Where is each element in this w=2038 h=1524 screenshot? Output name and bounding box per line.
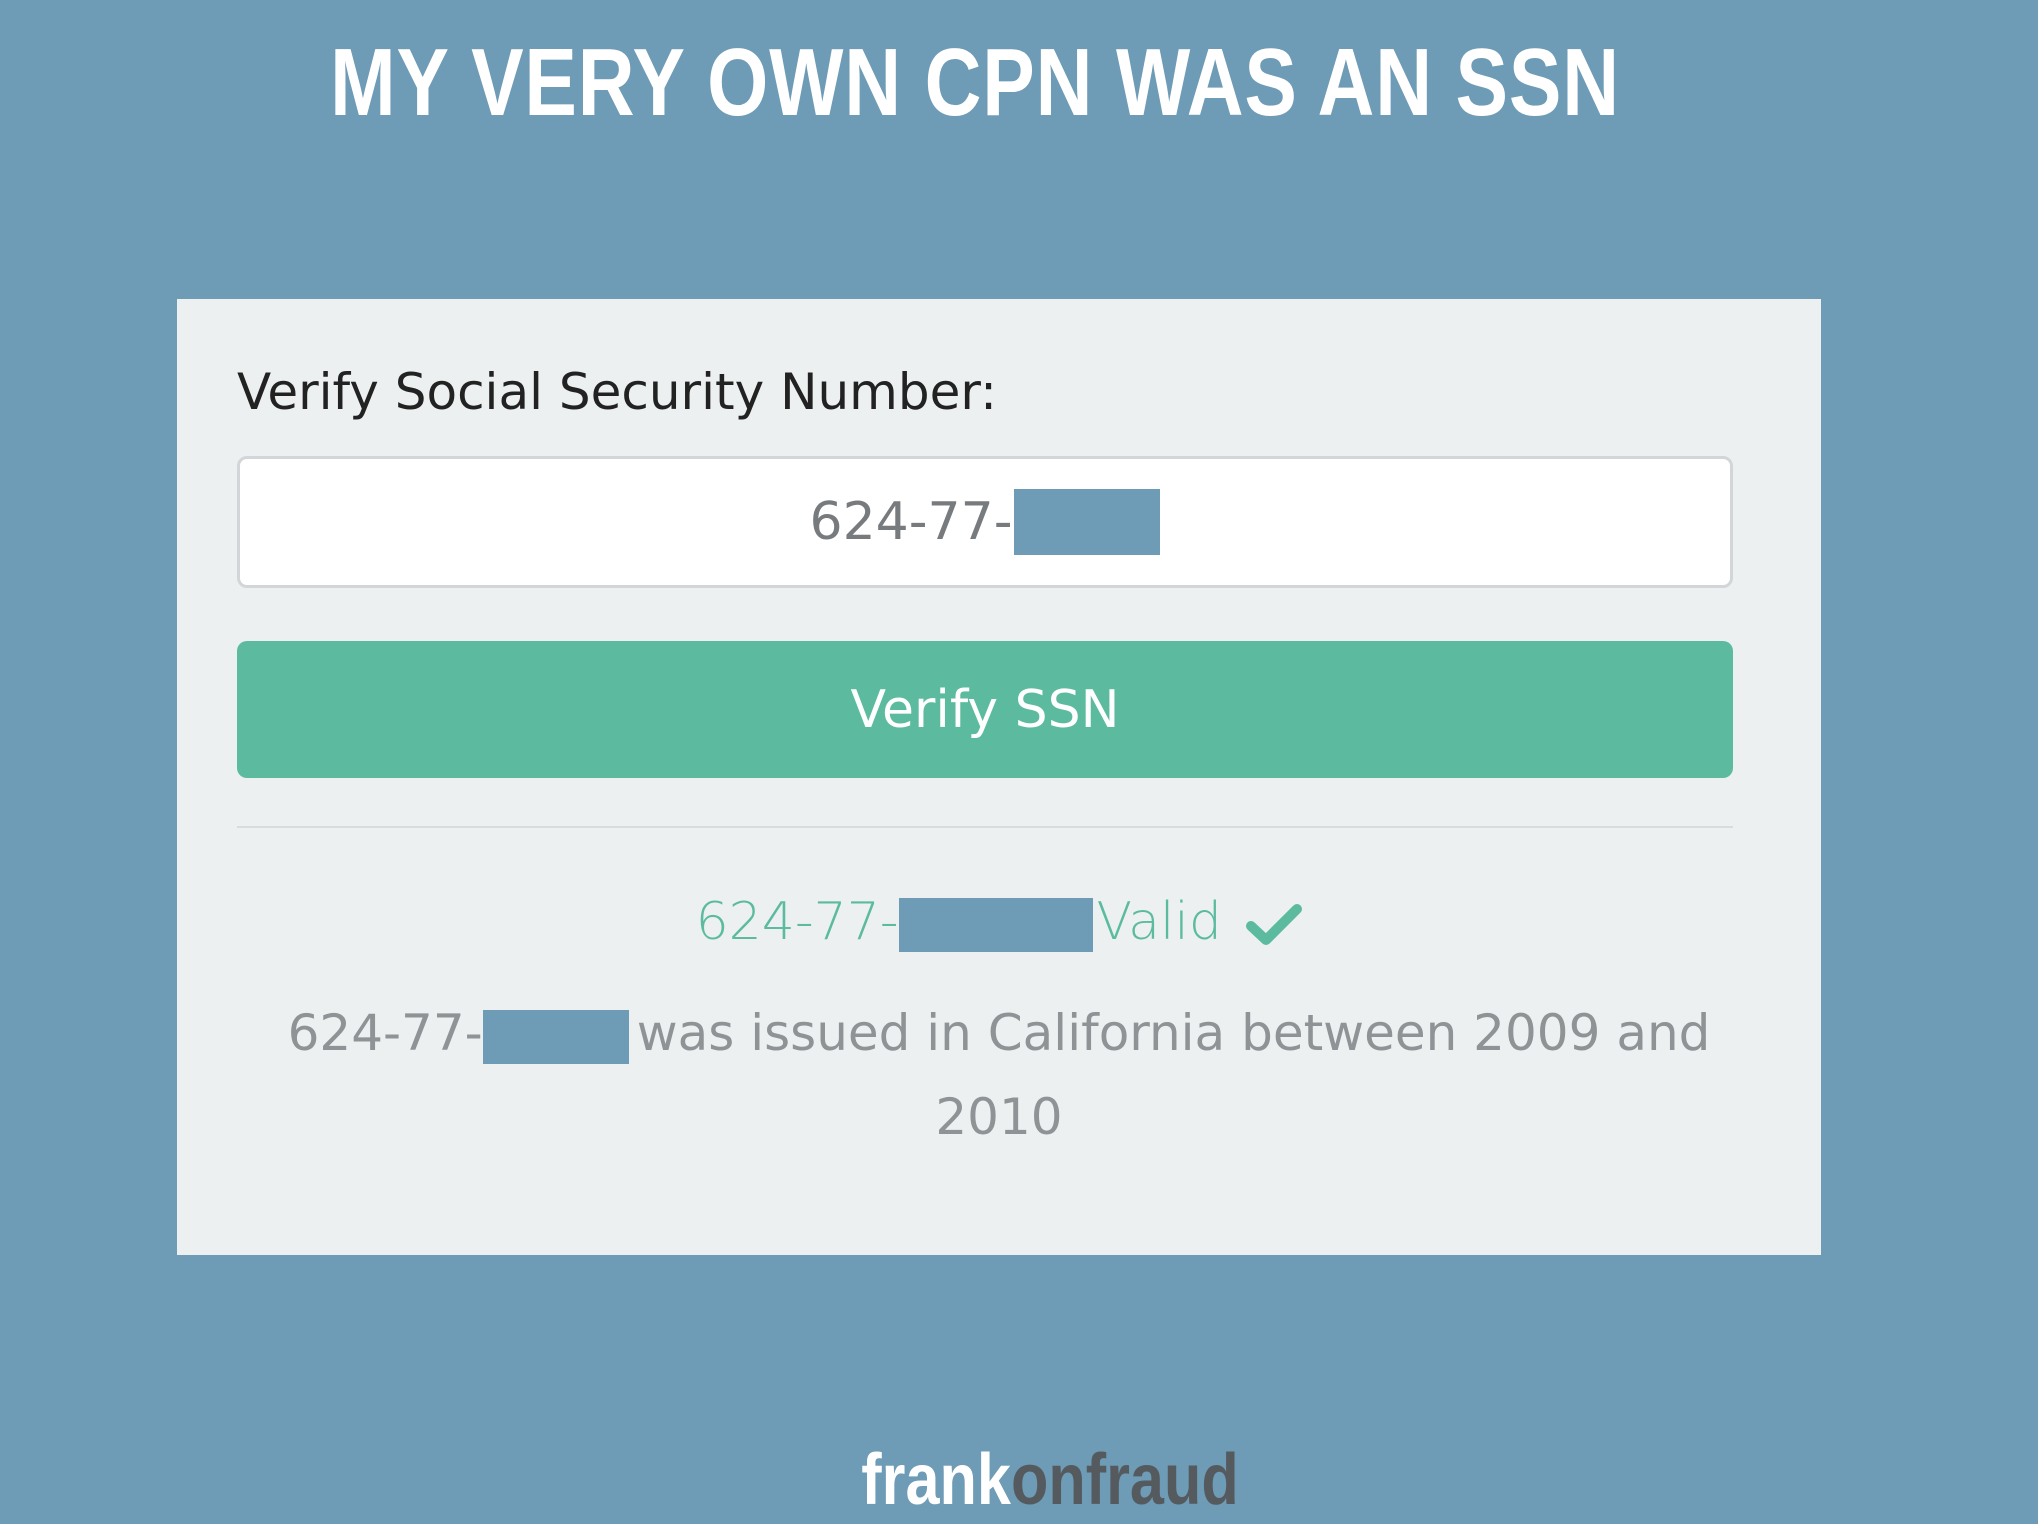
redaction-block (482, 1009, 629, 1064)
detail-text: was issued in California between 2009 an… (636, 1004, 1711, 1146)
ssn-field-label: Verify Social Security Number: (237, 363, 997, 421)
ssn-input[interactable]: 624-77- (237, 456, 1733, 588)
divider (237, 826, 1733, 828)
result-ssn: 624-77- (695, 892, 899, 952)
frankonfraud-logo: frankonfraud (158, 1440, 1943, 1520)
redaction-block (1014, 489, 1161, 555)
ssn-input-value: 624-77- (809, 492, 1013, 552)
ssn-verify-card: Verify Social Security Number: 624-77- V… (177, 299, 1821, 1255)
logo-part-frank: frank (861, 1440, 1011, 1520)
verify-ssn-button[interactable]: Verify SSN (237, 641, 1733, 778)
result-status: Valid (1096, 892, 1222, 952)
verification-result: 624-77- Valid (177, 887, 1821, 957)
page-headline: MY VERY OWN CPN WAS AN SSN (330, 29, 1620, 136)
redaction-block (898, 898, 1093, 952)
issuance-detail: 624-77- was issued in California between … (267, 991, 1731, 1159)
check-icon (1246, 904, 1303, 945)
detail-ssn: 624-77- (287, 1004, 483, 1062)
logo-part-onfraud: onfraud (1010, 1440, 1239, 1520)
